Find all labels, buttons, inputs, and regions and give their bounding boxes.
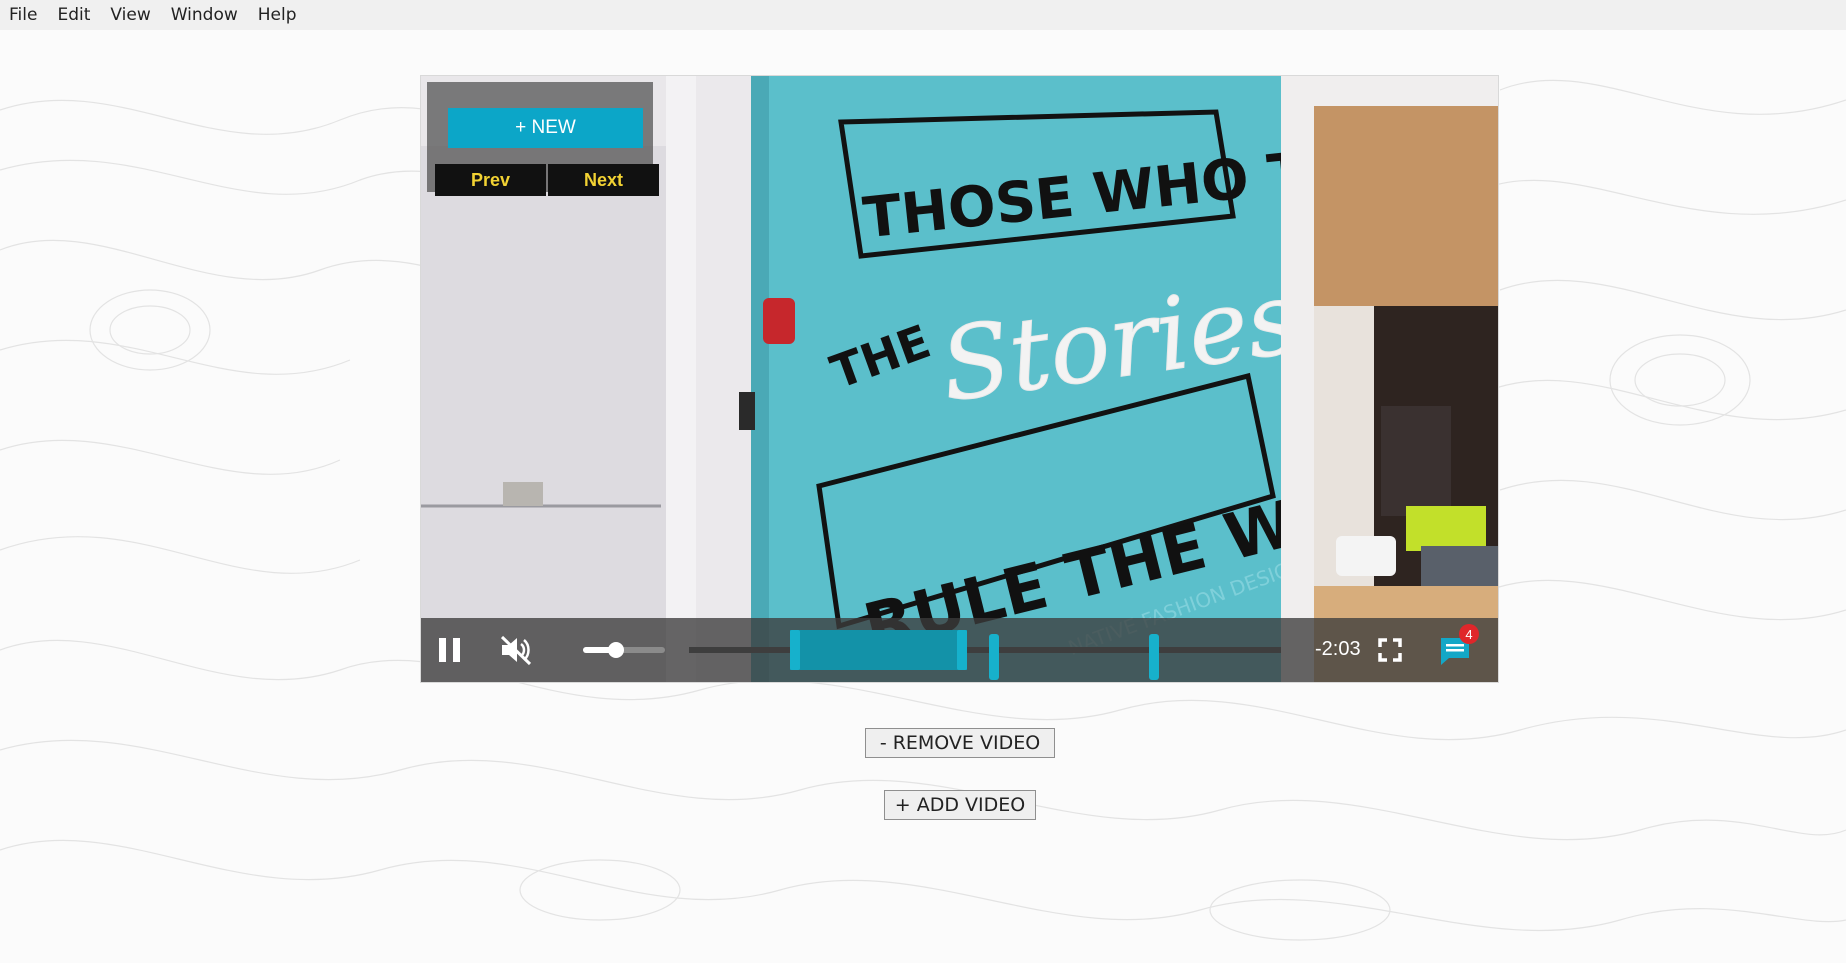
prev-annotation-button[interactable]: Prev [435,164,546,196]
muted-speaker-icon[interactable] [499,634,533,666]
annotation-marker[interactable] [1148,634,1159,680]
menu-bar: File Edit View Window Help [0,0,1846,30]
menu-edit[interactable]: Edit [47,0,100,30]
comment-count-badge: 4 [1459,624,1479,644]
interior-counter [1406,506,1486,551]
annotation-region[interactable] [789,630,968,670]
menu-view[interactable]: View [100,0,160,30]
volume-handle[interactable] [607,642,624,658]
annotation-marker[interactable] [988,634,999,680]
annotation-region-end-handle[interactable] [957,630,968,670]
pause-icon[interactable] [439,638,461,662]
new-annotation-button[interactable]: + NEW [448,108,643,148]
video-player[interactable]: THOSE WHO TELL THE Stories RULE THE WORL… [421,76,1498,682]
menu-window[interactable]: Window [161,0,248,30]
next-annotation-button[interactable]: Next [548,164,659,196]
door [421,146,666,682]
door-latch [503,482,543,506]
menu-help[interactable]: Help [248,0,307,30]
volume-slider[interactable] [583,642,665,658]
time-remaining: -2:03 [1315,638,1361,660]
annotation-panel: + NEW Prev Next [427,82,659,196]
annotation-region-start-handle[interactable] [789,630,800,670]
add-video-button[interactable]: + ADD VIDEO [884,790,1036,820]
menu-file[interactable]: File [0,0,47,30]
player-control-bar: -2:03 4 [421,618,1498,682]
fullscreen-icon[interactable] [1378,638,1402,662]
seek-bar[interactable] [689,630,1281,680]
remove-video-button[interactable]: - REMOVE VIDEO [865,728,1055,758]
fire-alarm [763,298,795,344]
